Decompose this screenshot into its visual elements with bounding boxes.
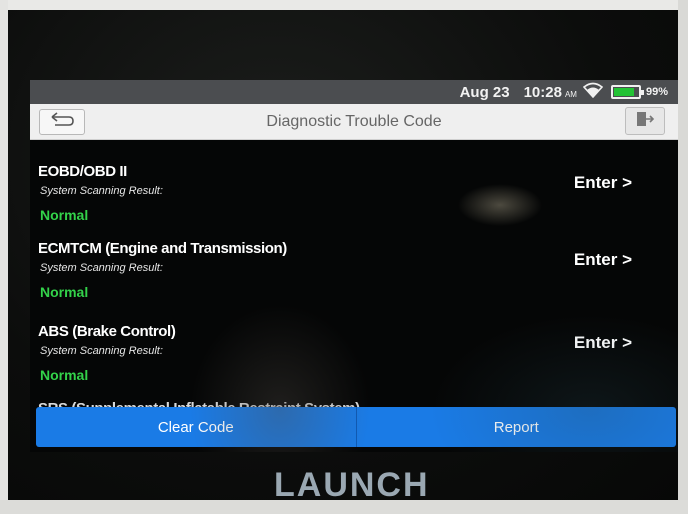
system-result-label: System Scanning Result:	[40, 262, 163, 274]
system-name: ECMTCM (Engine and Transmission)	[38, 240, 287, 257]
enter-button[interactable]: Enter >	[574, 333, 632, 353]
system-result-value: Normal	[40, 284, 89, 300]
battery-icon	[610, 85, 644, 99]
status-time: 10:28	[523, 83, 562, 101]
system-result-value: Normal	[40, 207, 89, 223]
battery-percent: 99%	[645, 86, 668, 98]
exit-button[interactable]	[625, 107, 665, 135]
system-name: ABS (Brake Control)	[38, 323, 176, 340]
brand-logo: LAUNCH	[274, 466, 430, 504]
photo-edge-right	[678, 0, 688, 514]
report-button[interactable]: Report	[356, 407, 676, 447]
system-row-ecmtcm[interactable]: ECMTCM (Engine and Transmission) System …	[30, 240, 678, 318]
system-row-eobd[interactable]: EOBD/OBD II System Scanning Result: Norm…	[30, 163, 678, 241]
exit-icon	[635, 110, 655, 133]
clear-code-button[interactable]: Clear Code	[36, 407, 357, 447]
status-ampm: AM	[564, 89, 577, 99]
photo-edge-top	[0, 0, 688, 10]
status-bar: Aug 23 10:28 AM 99%	[30, 80, 678, 104]
system-row-abs[interactable]: ABS (Brake Control) System Scanning Resu…	[30, 323, 678, 401]
title-bar: Diagnostic Trouble Code	[30, 104, 678, 140]
enter-button[interactable]: Enter >	[574, 173, 632, 193]
page-title: Diagnostic Trouble Code	[266, 113, 442, 130]
wifi-icon	[582, 82, 604, 102]
system-result-label: System Scanning Result:	[40, 185, 163, 197]
photo-edge-left	[0, 0, 8, 514]
system-result-label: System Scanning Result:	[40, 345, 163, 357]
enter-button[interactable]: Enter >	[574, 250, 632, 270]
status-date: Aug 23	[459, 83, 510, 101]
system-result-value: Normal	[40, 367, 89, 383]
device-screen: Aug 23 10:28 AM 99% Diagnostic Trouble C…	[30, 80, 678, 452]
action-bar: Clear Code Report	[36, 407, 676, 447]
system-name: EOBD/OBD II	[38, 163, 127, 180]
